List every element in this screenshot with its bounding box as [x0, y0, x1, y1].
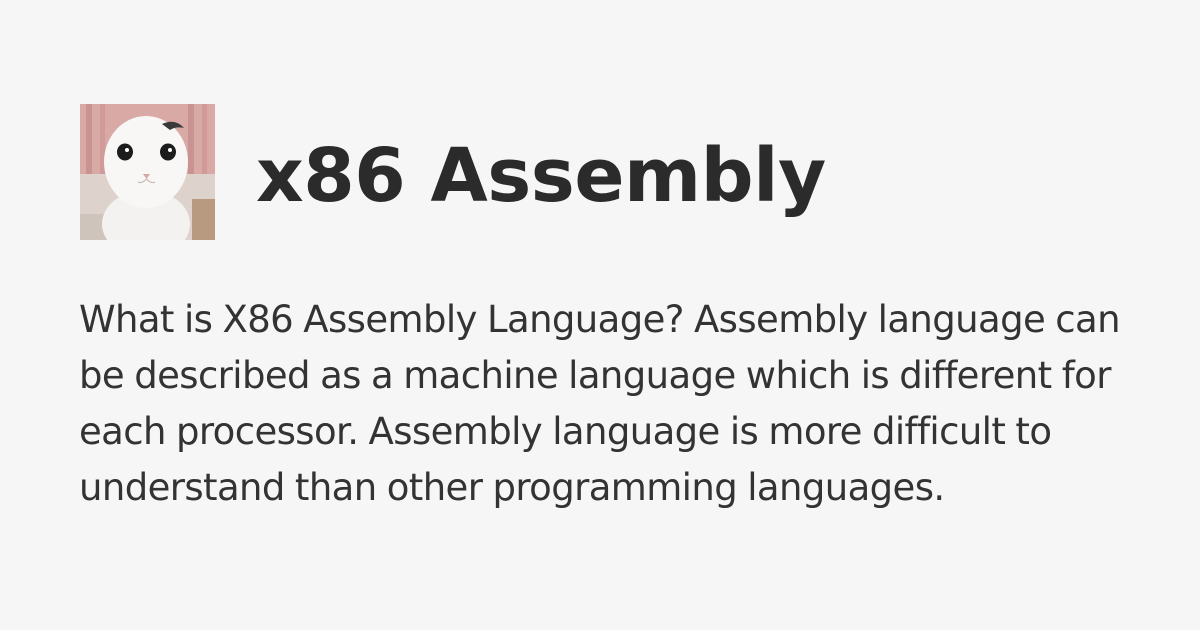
cat-avatar-icon	[80, 104, 215, 240]
description-text: What is X86 Assembly Language? Assembly …	[79, 298, 1121, 509]
preview-card: x86 Assembly What is X86 Assembly Langua…	[0, 0, 1200, 630]
page-title: x86 Assembly	[256, 133, 826, 219]
